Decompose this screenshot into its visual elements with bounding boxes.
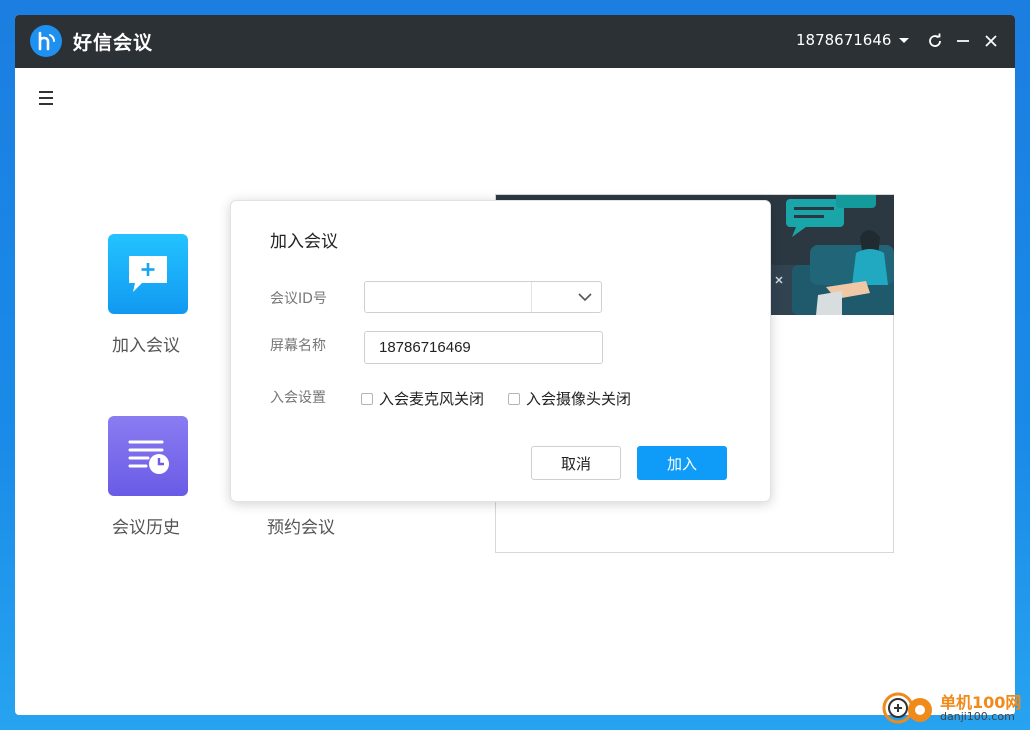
chat-plus-icon bbox=[129, 256, 167, 292]
schedule-meeting-label[interactable]: 预约会议 bbox=[267, 513, 335, 538]
refresh-button[interactable] bbox=[923, 29, 947, 53]
caret-down-icon bbox=[899, 37, 910, 43]
join-meeting-label[interactable]: 加入会议 bbox=[112, 331, 180, 356]
meeting-id-combobox[interactable] bbox=[364, 281, 602, 313]
watermark-logo-icon bbox=[882, 692, 932, 724]
refresh-icon bbox=[929, 33, 941, 47]
display-name-label: 屏幕名称 bbox=[270, 338, 326, 354]
minimize-button[interactable] bbox=[951, 29, 975, 53]
dialog-title: 加入会议 bbox=[270, 232, 338, 252]
app-logo-icon bbox=[30, 25, 62, 57]
checkbox-icon[interactable] bbox=[508, 392, 520, 405]
title-bar: 好信会议 1878671646 bbox=[15, 15, 1015, 68]
join-meeting-dialog: 加入会议 会议ID号 屏幕名称 入会设置 入会麦克风关闭 入会摄像头关闭 取消 … bbox=[230, 200, 771, 502]
chevron-down-icon bbox=[578, 293, 592, 302]
meeting-history-label[interactable]: 会议历史 bbox=[112, 513, 180, 538]
display-name-input[interactable] bbox=[364, 331, 603, 364]
mute-mic-checkbox[interactable]: 入会麦克风关闭 bbox=[361, 388, 484, 409]
minimize-icon bbox=[957, 40, 969, 42]
cancel-button[interactable]: 取消 bbox=[531, 446, 621, 480]
account-menu[interactable]: 1878671646 bbox=[796, 31, 910, 49]
join-button[interactable]: 加入 bbox=[637, 446, 727, 480]
watermark: 单机100网 danji100.com bbox=[880, 688, 1021, 728]
close-button[interactable] bbox=[979, 29, 1003, 53]
checkbox-icon[interactable] bbox=[361, 392, 373, 405]
close-icon bbox=[985, 35, 997, 47]
camera-off-label[interactable]: 入会摄像头关闭 bbox=[526, 388, 631, 409]
app-window: 好信会议 1878671646 加入会议 会议历史 预约会议 加入会议 会议ID… bbox=[15, 15, 1015, 715]
list-clock-icon bbox=[128, 440, 169, 474]
watermark-site: 单机100网 bbox=[940, 692, 1022, 712]
join-meeting-tile[interactable] bbox=[108, 234, 188, 314]
settings-label: 入会设置 bbox=[270, 390, 326, 406]
mute-mic-label[interactable]: 入会麦克风关闭 bbox=[379, 388, 484, 409]
account-number: 1878671646 bbox=[796, 31, 892, 49]
meeting-id-label: 会议ID号 bbox=[270, 291, 327, 307]
camera-off-checkbox[interactable]: 入会摄像头关闭 bbox=[508, 388, 631, 409]
hamburger-menu-icon[interactable] bbox=[39, 91, 53, 105]
combobox-divider bbox=[531, 282, 532, 312]
app-title: 好信会议 bbox=[73, 32, 154, 54]
watermark-domain: danji100.com bbox=[940, 709, 1015, 723]
meeting-history-tile[interactable] bbox=[108, 416, 188, 496]
